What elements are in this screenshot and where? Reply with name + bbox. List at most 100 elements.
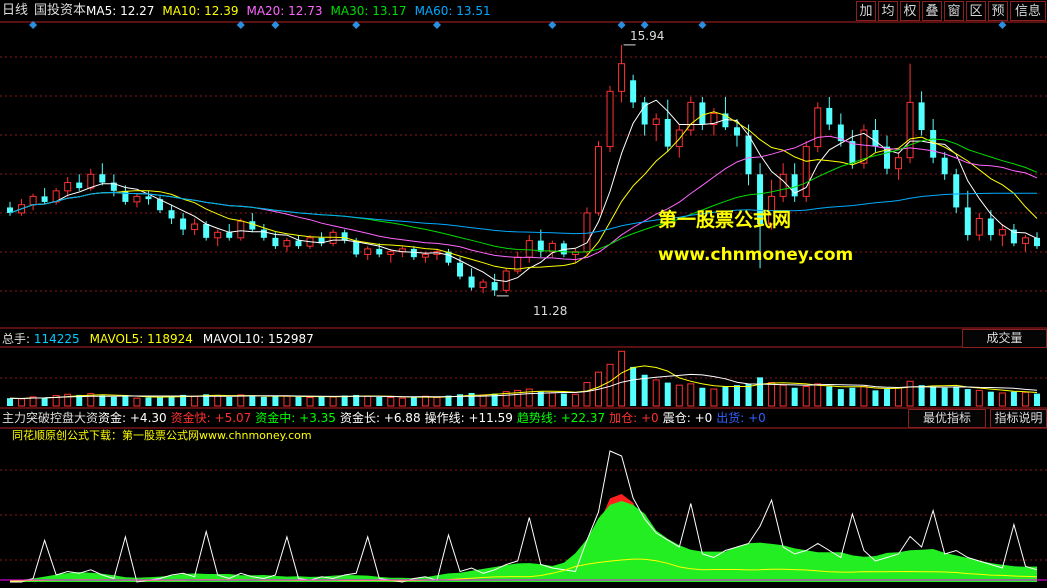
candle-body: [733, 127, 740, 136]
candle-body: [133, 195, 141, 203]
candle-body: [410, 248, 417, 258]
toolbar-button-3[interactable]: 叠: [922, 1, 942, 21]
volume-bar: [329, 396, 337, 407]
candle-body: [341, 232, 348, 241]
indicator-label: 资金快:: [170, 411, 211, 425]
volume-bar: [133, 397, 141, 407]
indicator-label: 操作线:: [424, 411, 465, 425]
candle-body: [745, 135, 752, 175]
volume-bar: [7, 398, 13, 406]
volume-bar: [421, 395, 429, 407]
volume-bar: [722, 386, 729, 406]
mid-fund-area: [10, 501, 1037, 582]
indicator-label: 趋势线:: [516, 411, 557, 425]
volume-bar: [548, 392, 556, 407]
volume-bar: [272, 395, 279, 406]
candle-body: [237, 220, 245, 239]
volume-bar: [295, 396, 302, 406]
candle-body: [364, 248, 372, 255]
volume-bar: [410, 396, 417, 406]
indicator-value: +0: [744, 411, 766, 425]
volume-label: MAVOL10:: [202, 332, 265, 346]
candle-body: [652, 118, 660, 126]
volume-legend: 总手: 114225 MAVOL5: 118924 MAVOL10: 152987: [2, 331, 314, 347]
candle-body: [872, 130, 879, 147]
candlesticks: [7, 44, 1040, 297]
toolbar-button-1[interactable]: 均: [878, 1, 898, 21]
volume-bar: [341, 395, 348, 406]
volume-bar: [872, 390, 879, 406]
volume-bar: [1010, 391, 1017, 406]
candle-body: [1010, 229, 1017, 244]
ma-label: MA20:: [246, 4, 285, 18]
volume-bar: [652, 379, 660, 407]
candle-body: [906, 101, 914, 159]
volume-bar: [191, 395, 199, 407]
indicator-help-button[interactable]: 指标说明: [990, 409, 1047, 428]
volume-bar: [41, 397, 48, 406]
volume-label: MAVOL5:: [89, 332, 144, 346]
watermark-url: www.chnmoney.com: [658, 245, 854, 265]
toolbar-button-7[interactable]: 信息: [1010, 1, 1046, 21]
volume-bar: [791, 387, 798, 406]
toolbar-button-5[interactable]: 区: [966, 1, 986, 21]
volume-value: 152987: [264, 332, 314, 346]
candle-body: [525, 240, 533, 258]
candle-body: [664, 118, 671, 147]
volume-button[interactable]: 成交量: [962, 329, 1047, 348]
volume-bar: [987, 391, 994, 406]
ma10-line: [9, 111, 1038, 270]
volume-bar: [571, 393, 579, 407]
volume-bar: [675, 384, 683, 407]
candle-body: [41, 196, 48, 202]
ma-label: MA5:: [86, 4, 117, 18]
candle-body: [353, 240, 360, 255]
candle-body: [779, 173, 787, 197]
ma60-line: [9, 191, 1038, 235]
volume-bar: [883, 389, 890, 406]
volume-bar: [122, 396, 129, 406]
volume-bar: [779, 384, 787, 407]
volume-bar: [733, 385, 740, 406]
toolbar-button-2[interactable]: 权: [900, 1, 920, 21]
toolbar-button-6[interactable]: 预: [988, 1, 1008, 21]
indicator-note: 同花顺原创公式下载：第一股票公式网www.chnmoney.com: [12, 429, 312, 442]
volume-bar: [583, 382, 591, 407]
toolbar-button-0[interactable]: 加: [856, 1, 876, 21]
volume-bar: [930, 386, 937, 406]
indicator-value: +22.37: [556, 411, 606, 425]
volume-bar: [710, 388, 718, 407]
grid-lines: [0, 21, 1047, 561]
indicator-value: +5.07: [210, 411, 252, 425]
volume-bar: [560, 393, 567, 406]
moving-average-lines: [9, 99, 1038, 283]
indicator-label: 震仓:: [662, 411, 691, 425]
volume-bar: [641, 374, 648, 406]
indicator-label: 资金:: [98, 411, 127, 425]
best-indicator-button[interactable]: 最优指标: [908, 409, 986, 428]
ma-value: 12.73: [284, 4, 323, 18]
candle-body: [29, 195, 37, 206]
ma-legend: MA5: 12.27 MA10: 12.39 MA20: 12.73 MA30: 13…: [86, 3, 491, 19]
candle-body: [295, 240, 302, 247]
indicator-legend: 主力突破控盘大资资金: +4.30 资金快: +5.07 资金中: +3.35 资金长…: [2, 410, 766, 426]
volume-bar: [757, 377, 764, 406]
indicator-area: [0, 450, 1047, 583]
candle-body: [283, 240, 291, 247]
candle-body: [457, 262, 464, 277]
volume-bars: [7, 350, 1040, 407]
candle-body: [272, 237, 279, 247]
volume-bar: [18, 398, 26, 407]
candle-body: [1021, 237, 1029, 244]
ma-label: MA10:: [162, 4, 201, 18]
volume-bar: [664, 382, 671, 406]
indicator-title: 主力突破控盘大资: [2, 411, 99, 425]
period-label: 日线: [2, 3, 29, 18]
volume-bar: [1021, 391, 1029, 407]
indicator-value: +6.88: [379, 411, 421, 425]
candle-body: [975, 217, 983, 236]
toolbar-button-4[interactable]: 窗: [944, 1, 964, 21]
volume-bar: [157, 396, 164, 406]
candle-body: [814, 107, 822, 148]
candle-body: [64, 182, 72, 192]
